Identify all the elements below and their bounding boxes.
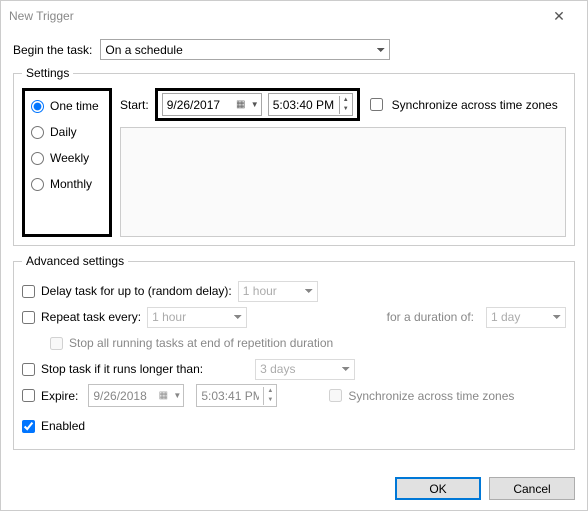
stop-longer-checkbox[interactable] xyxy=(22,363,35,376)
repeat-label: Repeat task every: xyxy=(41,310,141,324)
enabled-checkbox[interactable] xyxy=(22,420,35,433)
sync-timezones-label: Synchronize across time zones xyxy=(392,98,558,112)
chevron-down-icon: ▼ xyxy=(171,391,183,400)
time-spinner[interactable]: ▲▼ xyxy=(339,96,352,114)
start-datetime-highlight: ▦ ▼ ▲▼ xyxy=(155,88,360,121)
expire-sync-checkbox xyxy=(329,389,342,402)
schedule-daily[interactable]: Daily xyxy=(31,125,103,139)
start-time-input[interactable] xyxy=(269,94,339,115)
radio-one-time[interactable] xyxy=(31,100,44,113)
expire-date-picker: ▦ ▼ xyxy=(88,384,184,407)
calendar-icon: ▦ xyxy=(155,390,171,401)
begin-task-label: Begin the task: xyxy=(13,43,92,57)
sync-timezones-checkbox[interactable] xyxy=(370,98,383,111)
spin-down-icon[interactable]: ▼ xyxy=(340,105,352,114)
dialog-footer: OK Cancel xyxy=(1,467,587,510)
calendar-icon[interactable]: ▦ xyxy=(233,99,249,110)
start-time-picker[interactable]: ▲▼ xyxy=(268,93,353,116)
expire-time-picker: ▲▼ xyxy=(196,384,277,407)
radio-weekly[interactable] xyxy=(31,152,44,165)
schedule-weekly[interactable]: Weekly xyxy=(31,151,103,165)
new-trigger-dialog: New Trigger ✕ Begin the task: On a sched… xyxy=(0,0,588,511)
expire-time-input xyxy=(197,385,263,406)
settings-group: Settings One time Daily Weekly Monthly S… xyxy=(13,66,575,246)
expire-label: Expire: xyxy=(41,389,78,403)
begin-task-select[interactable]: On a schedule xyxy=(100,39,390,60)
delay-label: Delay task for up to (random delay): xyxy=(41,284,232,298)
settings-legend: Settings xyxy=(22,66,73,80)
window-title: New Trigger xyxy=(9,9,539,23)
repeat-checkbox[interactable] xyxy=(22,311,35,324)
radio-monthly[interactable] xyxy=(31,178,44,191)
schedule-one-time[interactable]: One time xyxy=(31,99,103,113)
start-date-input[interactable] xyxy=(163,94,233,115)
schedule-detail-panel xyxy=(120,127,566,237)
ok-button[interactable]: OK xyxy=(395,477,481,500)
advanced-settings-group: Advanced settings Delay task for up to (… xyxy=(13,254,575,450)
titlebar: New Trigger ✕ xyxy=(1,1,587,31)
time-spinner: ▲▼ xyxy=(263,387,276,405)
advanced-legend: Advanced settings xyxy=(22,254,128,268)
spin-down-icon: ▼ xyxy=(264,396,276,405)
duration-select: 1 day xyxy=(486,307,566,328)
chevron-down-icon[interactable]: ▼ xyxy=(249,100,261,109)
expire-date-input xyxy=(89,385,155,406)
enabled-label: Enabled xyxy=(41,419,85,433)
schedule-type-group: One time Daily Weekly Monthly xyxy=(22,88,112,237)
delay-checkbox[interactable] xyxy=(22,285,35,298)
radio-daily[interactable] xyxy=(31,126,44,139)
expire-checkbox[interactable] xyxy=(22,389,35,402)
stop-longer-label: Stop task if it runs longer than: xyxy=(41,362,203,376)
start-label: Start: xyxy=(120,98,149,112)
close-icon[interactable]: ✕ xyxy=(539,8,579,25)
cancel-button[interactable]: Cancel xyxy=(489,477,575,500)
stop-end-label: Stop all running tasks at end of repetit… xyxy=(69,336,333,350)
stop-longer-select: 3 days xyxy=(255,359,355,380)
expire-sync-label: Synchronize across time zones xyxy=(348,389,514,403)
start-date-picker[interactable]: ▦ ▼ xyxy=(162,93,262,116)
schedule-monthly[interactable]: Monthly xyxy=(31,177,103,191)
stop-end-checkbox xyxy=(50,337,63,350)
delay-select: 1 hour xyxy=(238,281,318,302)
spin-up-icon: ▲ xyxy=(264,387,276,396)
duration-label: for a duration of: xyxy=(387,310,474,324)
repeat-select: 1 hour xyxy=(147,307,247,328)
spin-up-icon[interactable]: ▲ xyxy=(340,96,352,105)
